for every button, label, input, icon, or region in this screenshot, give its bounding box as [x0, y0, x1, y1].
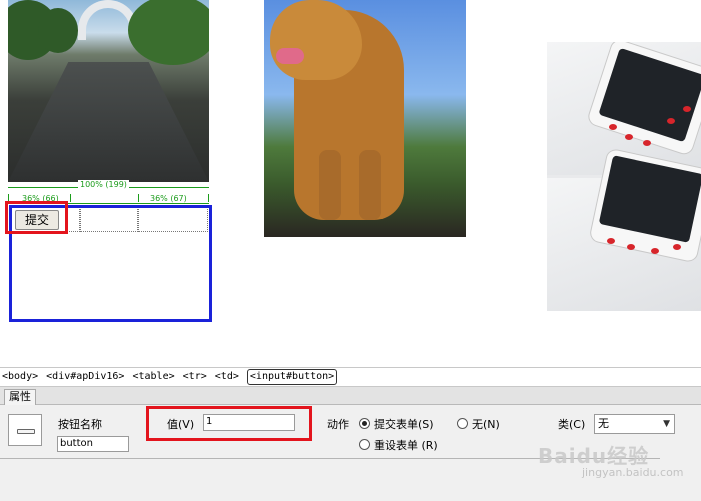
- tag-div[interactable]: <div#apDiv16>: [46, 368, 124, 386]
- tag-td[interactable]: <td>: [215, 368, 239, 386]
- chevron-down-icon[interactable]: ▼: [663, 415, 670, 433]
- dog-photo[interactable]: [264, 0, 466, 237]
- table-width-ruler[interactable]: 100% (199): [8, 180, 209, 189]
- phone-bottom-shot: [547, 147, 701, 311]
- red-dot: [667, 118, 675, 124]
- action-label: 动作: [327, 418, 349, 431]
- tag-selector-bar: <body> <div#apDiv16> <table> <tr> <td> <…: [0, 367, 701, 387]
- watermark-logo: Baidu经验: [538, 444, 650, 468]
- road-surface: [8, 62, 209, 182]
- dog-leg: [359, 150, 381, 220]
- ruler-tick: [208, 194, 209, 202]
- dog-leg: [319, 150, 341, 220]
- tag-table[interactable]: <table>: [132, 368, 174, 386]
- class-label: 类(C): [558, 418, 586, 431]
- class-select-value: 无: [598, 417, 609, 430]
- watermark-url: jingyan.baidu.com: [582, 466, 684, 479]
- radio-reset-form-label[interactable]: 重设表单 (R): [374, 437, 438, 453]
- red-dot: [673, 244, 681, 250]
- red-dot: [627, 244, 635, 250]
- ruler-tick: [138, 194, 139, 202]
- red-dot: [651, 248, 659, 254]
- ruler-col3-label: 36% (67): [148, 194, 189, 203]
- phone-photo[interactable]: [547, 42, 701, 311]
- red-dot: [625, 134, 633, 140]
- radio-submit-form-label[interactable]: 提交表单(S): [374, 416, 434, 432]
- red-dot: [607, 238, 615, 244]
- tab-properties[interactable]: 属性: [4, 389, 36, 405]
- button-shape-icon: [17, 429, 35, 434]
- radio-reset-form[interactable]: [359, 439, 370, 450]
- tag-tr[interactable]: <tr>: [183, 368, 207, 386]
- tag-body[interactable]: <body>: [2, 368, 38, 386]
- ruler-full-width-label: 100% (199): [78, 180, 129, 189]
- red-dot: [643, 140, 651, 146]
- tree: [38, 8, 78, 53]
- red-dot: [609, 124, 617, 130]
- class-select[interactable]: 无 ▼: [594, 414, 675, 434]
- button-preview-icon: [8, 414, 42, 446]
- red-dot: [683, 106, 691, 112]
- highlight-value-outline: [146, 406, 312, 441]
- tree: [128, 0, 209, 65]
- highlight-button-outline: [5, 201, 68, 234]
- dog-head: [270, 0, 362, 80]
- radio-none[interactable]: [457, 418, 468, 429]
- button-name-input[interactable]: button: [57, 436, 129, 452]
- dog-tongue: [276, 48, 304, 64]
- radio-none-label[interactable]: 无(N): [472, 416, 500, 432]
- tag-input-button[interactable]: <input#button>: [246, 369, 338, 385]
- ruler-tick: [70, 194, 71, 202]
- button-name-label: 按钮名称: [58, 418, 102, 431]
- properties-tab-bar: 属性: [0, 387, 701, 405]
- radio-submit-form[interactable]: [359, 418, 370, 429]
- road-photo[interactable]: [8, 0, 209, 182]
- design-canvas: 100% (199) 36% (66) 36% (67) 提交: [0, 0, 701, 367]
